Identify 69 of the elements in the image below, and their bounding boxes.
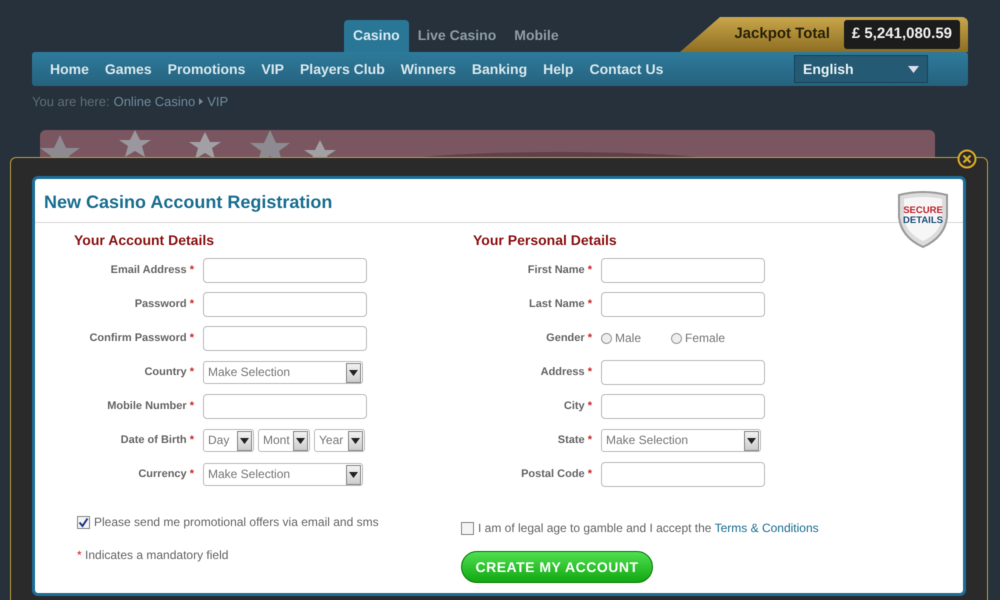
nav-link[interactable]: Promotions [160,58,254,80]
field-label: Country * [143,364,195,380]
input-field[interactable] [203,394,367,418]
field-label: Currency * [137,466,195,482]
nav-link[interactable]: Games [96,58,160,80]
breadcrumb-link[interactable]: VIP [207,92,228,112]
field-label: Password * [134,296,195,312]
create-account-button[interactable]: CREATE MY ACCOUNT [461,551,653,583]
input-field[interactable] [601,462,765,486]
chevron-icon [199,98,204,106]
field-label: City * [562,398,593,414]
field-label: Mobile Number * [106,398,195,414]
dropdown[interactable]: Day [203,428,254,452]
input-field[interactable] [203,292,367,316]
dropdown[interactable]: Year [314,428,365,452]
top-tab[interactable]: Casino [344,20,409,52]
caret-icon [747,438,756,444]
modal-title: New Casino Account Registration [44,191,332,214]
secure-badge: SECURE DETAILS [895,191,951,249]
field-label: Address * [540,364,593,380]
field-label: First Name * [526,262,593,278]
checkbox[interactable] [461,522,474,534]
radio-option[interactable]: Male [601,329,642,347]
dropdown[interactable]: Make Selection [203,360,363,384]
terms-link[interactable]: Terms & Conditions [714,521,819,535]
nav-link[interactable]: Banking [464,58,536,80]
input-field[interactable] [203,258,367,282]
nav-link[interactable]: Contact Us [581,58,672,80]
mandatory-note: * Indicates a mandatory field [77,547,230,564]
section-heading: Your Account Details [74,231,216,250]
dropdown[interactable]: Make Selection [203,462,363,486]
field-label: Confirm Password * [88,330,195,346]
field-label: State * [556,432,593,448]
dropdown[interactable]: Make Selection [601,428,761,452]
input-field[interactable] [601,394,765,418]
radio-option[interactable]: Female [671,329,726,347]
field-label: Email Address * [110,262,195,278]
field-label: Gender * [545,330,593,346]
jackpot-amount: £ 5,241,080.59 [844,20,960,49]
checkbox-label: Please send me promotional offers via email and sms [94,514,379,531]
nav-link[interactable]: Home [42,58,97,80]
caret-icon [296,438,305,444]
input-field[interactable] [601,360,765,384]
caret-icon [349,472,358,478]
caret-icon [351,438,360,444]
checkbox[interactable] [77,516,90,528]
caret-icon [349,370,358,376]
nav-link[interactable]: VIP [253,58,292,80]
input-field[interactable] [601,292,765,316]
checkbox-label: I am of legal age to gamble and I accept the Terms & Conditions [478,520,819,537]
field-label: Last Name * [528,296,593,312]
jackpot-label: Jackpot Total [734,24,830,44]
nav-link[interactable]: Players Club [292,58,393,80]
breadcrumb-link[interactable]: Online Casino [114,92,196,112]
top-tab[interactable]: Live Casino [408,20,506,52]
section-heading: Your Personal Details [473,231,618,250]
dropdown[interactable]: Mont [258,428,310,452]
breadcrumb-label: You are here: [32,93,110,111]
close-icon[interactable] [957,149,977,169]
nav-link[interactable]: Winners [392,58,464,80]
top-tab[interactable]: Mobile [505,20,568,52]
caret-icon [908,66,919,72]
field-label: Postal Code * [520,466,593,482]
nav-link[interactable]: Help [535,58,582,80]
input-field[interactable] [203,326,367,350]
field-label: Date of Birth * [120,432,195,448]
input-field[interactable] [601,258,765,282]
caret-icon [240,438,249,444]
language-dropdown[interactable]: English [794,55,928,83]
